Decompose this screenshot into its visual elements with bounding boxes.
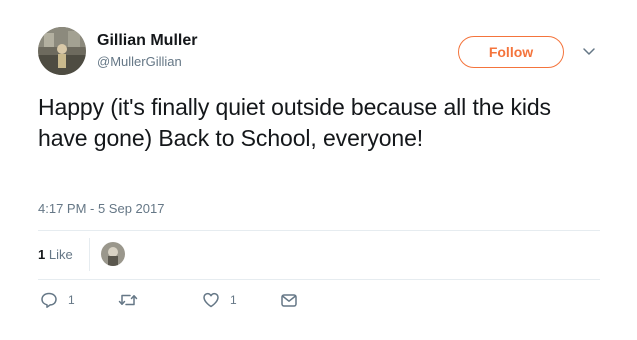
divider — [38, 279, 600, 280]
divider — [38, 230, 600, 231]
retweet-icon — [118, 291, 138, 309]
likes-count: 1 — [38, 247, 46, 262]
reply-icon — [40, 291, 58, 309]
follow-button[interactable]: Follow — [458, 36, 564, 68]
liker-avatar[interactable] — [101, 242, 125, 266]
chevron-down-icon[interactable] — [581, 43, 597, 59]
tweet-timestamp[interactable]: 4:17 PM - 5 Sep 2017 — [38, 201, 164, 217]
direct-message-button[interactable] — [280, 291, 298, 309]
like-button[interactable]: 1 — [202, 291, 237, 309]
heart-icon — [202, 291, 220, 309]
display-name[interactable]: Gillian Muller — [97, 31, 197, 51]
user-avatar[interactable] — [38, 27, 86, 75]
likes-summary[interactable]: 1 Like — [38, 247, 73, 263]
divider — [89, 238, 90, 271]
likes-label: Like — [48, 247, 73, 262]
reply-count: 1 — [68, 293, 75, 307]
like-count: 1 — [230, 293, 237, 307]
reply-button[interactable]: 1 — [40, 291, 75, 309]
retweet-button[interactable] — [118, 291, 138, 309]
user-handle[interactable]: @MullerGillian — [97, 54, 182, 70]
tweet-text: Happy (it's finally quiet outside becaus… — [38, 94, 551, 151]
envelope-icon — [280, 291, 298, 309]
